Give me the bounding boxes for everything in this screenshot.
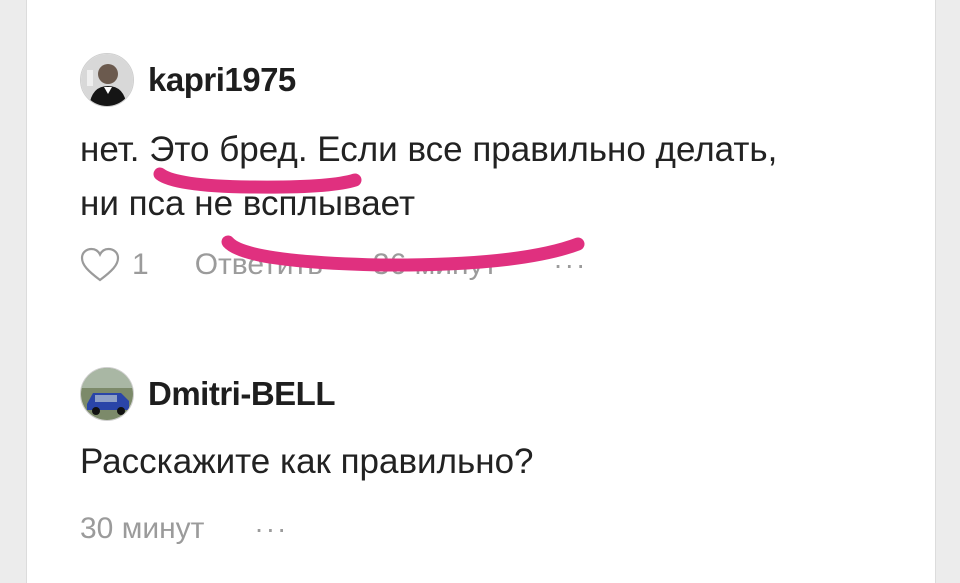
comment-text-line: Расскажите как правильно? (80, 442, 534, 481)
like-button[interactable]: 1 (80, 247, 149, 283)
like-count: 1 (132, 248, 149, 281)
user-avatar[interactable] (80, 53, 134, 107)
comment-header: kapri1975 (80, 53, 777, 107)
avatar-photo-icon (81, 368, 133, 420)
comment-text-line: ни пса не всплывает (80, 184, 415, 223)
user-avatar[interactable] (80, 367, 134, 421)
more-options-button[interactable]: ··· (553, 249, 587, 281)
comment-text-line: нет. Это бред. Если все правильно делать… (80, 130, 778, 169)
heart-icon (80, 247, 120, 282)
username[interactable]: Dmitri-BELL (148, 375, 336, 413)
comment-header: Dmitri-BELL (80, 367, 534, 421)
comment-meta: 1 Ответить 36 минут ··· (80, 245, 777, 285)
reply-button[interactable]: Ответить (195, 248, 323, 282)
comment-time: 36 минут (372, 248, 498, 281)
comment-dmitri-bell: Dmitri-BELL Расскажите как правильно? 30… (80, 367, 534, 549)
avatar-photo-icon (81, 54, 133, 106)
comment-text: Расскажите как правильно? (80, 435, 534, 489)
comment-text: нет. Это бред. Если все правильно делать… (80, 123, 777, 231)
comment-meta: 30 минут ··· (80, 509, 534, 549)
username[interactable]: kapri1975 (148, 61, 296, 99)
more-options-button[interactable]: ··· (254, 513, 288, 545)
comment-time: 30 минут (80, 512, 205, 545)
comment-kapri1975: kapri1975 нет. Это бред. Если все правил… (80, 53, 777, 285)
